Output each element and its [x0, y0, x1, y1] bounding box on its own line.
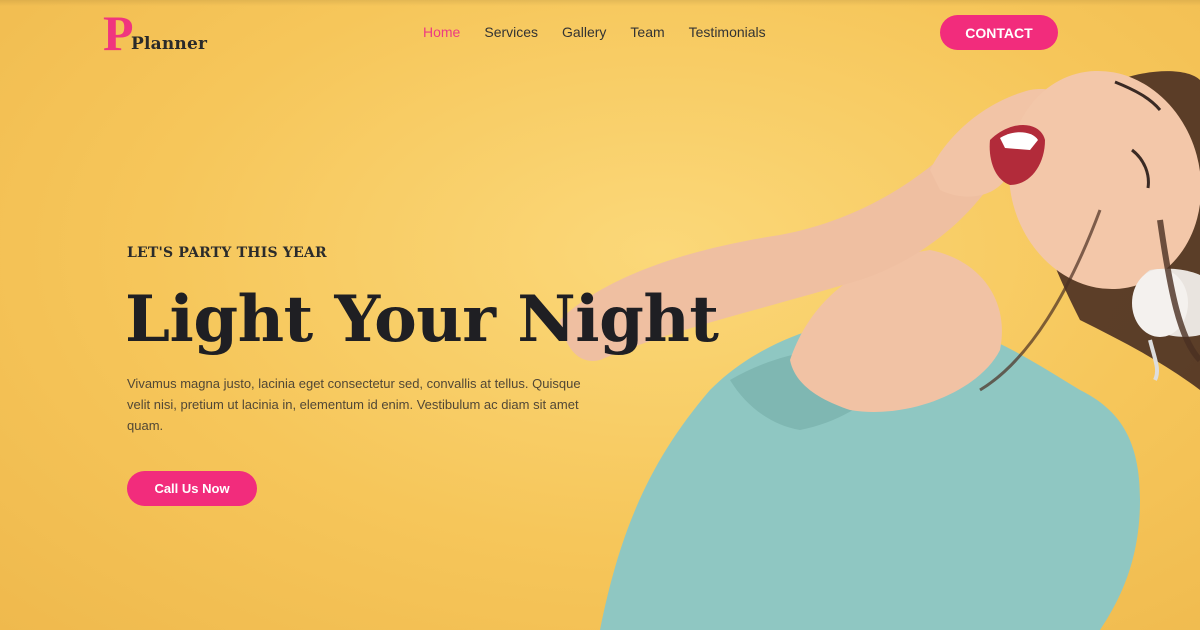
main-nav: Home Services Gallery Team Testimonials	[423, 24, 790, 40]
nav-team[interactable]: Team	[630, 24, 664, 40]
nav-home[interactable]: Home	[423, 24, 460, 40]
hero-title: Light Your Night	[125, 282, 719, 357]
header-shadow	[0, 0, 1200, 6]
hero-section: P Planner Home Services Gallery Team Tes…	[0, 0, 1200, 630]
contact-button[interactable]: CONTACT	[940, 15, 1058, 50]
nav-gallery[interactable]: Gallery	[562, 24, 606, 40]
call-us-button[interactable]: Call Us Now	[127, 471, 257, 506]
nav-services[interactable]: Services	[484, 24, 538, 40]
hero-eyebrow: LET'S PARTY THIS YEAR	[127, 245, 327, 261]
nav-testimonials[interactable]: Testimonials	[689, 24, 766, 40]
hero-text: Vivamus magna justo, lacinia eget consec…	[127, 376, 581, 433]
logo-mark: P	[103, 5, 134, 61]
logo[interactable]: P Planner	[103, 8, 213, 58]
logo-text: Planner	[131, 34, 208, 54]
